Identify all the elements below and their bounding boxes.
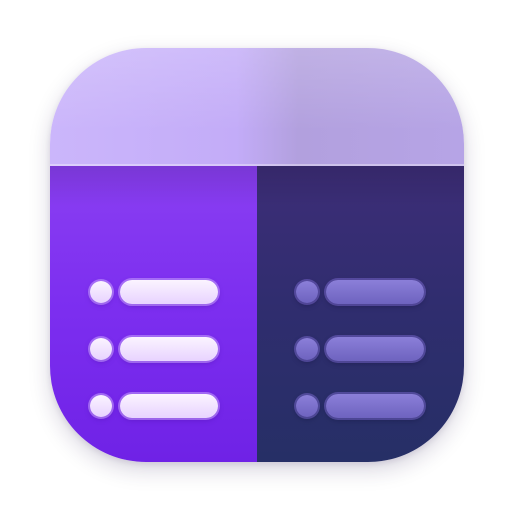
- header-bar: [50, 48, 464, 166]
- line-bar: [120, 280, 218, 304]
- left-list-item-1: [90, 280, 260, 304]
- left-list-item-2: [90, 337, 260, 361]
- bullet-icon: [90, 281, 112, 303]
- bullet-icon: [90, 338, 112, 360]
- header-sheen: [50, 48, 464, 166]
- bullet-icon: [296, 395, 318, 417]
- right-list-item-3: [296, 394, 464, 418]
- left-column: [50, 166, 257, 462]
- left-column-shade: [50, 166, 257, 206]
- left-list-item-3: [90, 394, 260, 418]
- bullet-icon: [90, 395, 112, 417]
- line-bar: [326, 337, 424, 361]
- right-column: [257, 166, 464, 462]
- list-columns-app-icon: [50, 48, 464, 462]
- bullet-icon: [296, 338, 318, 360]
- icon-canvas: [0, 0, 512, 512]
- right-list-item-1: [296, 280, 464, 304]
- line-bar: [120, 394, 218, 418]
- right-column-shade: [257, 166, 464, 206]
- line-bar: [326, 394, 424, 418]
- bullet-icon: [296, 281, 318, 303]
- right-list-item-2: [296, 337, 464, 361]
- line-bar: [326, 280, 424, 304]
- line-bar: [120, 337, 218, 361]
